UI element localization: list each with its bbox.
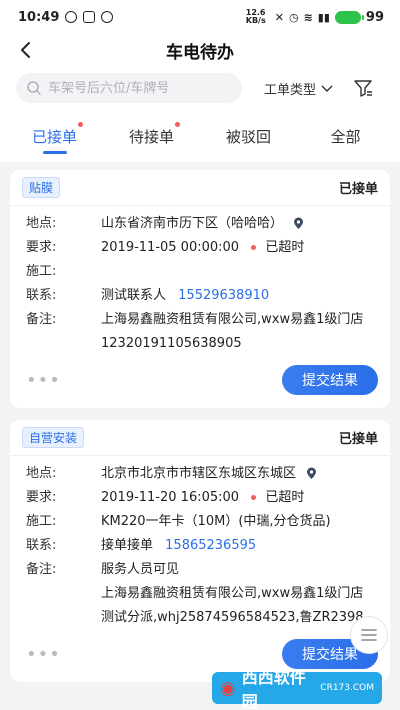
- app-icon: [83, 11, 96, 23]
- status-time: 10:49: [18, 9, 60, 25]
- search-icon: [27, 81, 41, 95]
- location-row: 地点: 北京市北京市市辖区东城区东城区: [26, 462, 374, 486]
- tab-label: 待接单: [128, 127, 174, 146]
- tab-label: 被驳回: [225, 127, 271, 146]
- tab-label: 已接单: [31, 127, 77, 146]
- field-label: 联系:: [26, 288, 57, 303]
- contact-name: 测试联系人: [101, 288, 167, 303]
- battery-icon: [334, 10, 364, 24]
- location-pin-icon[interactable]: [306, 467, 317, 480]
- tab-rejected[interactable]: 被驳回: [200, 110, 297, 162]
- tab-badge-dot: [175, 122, 180, 127]
- signal-icon: ▮▮: [317, 10, 330, 24]
- alarm-icon: ◷: [288, 10, 299, 24]
- required-time-row: 要求: 2019-11-05 00:00:00 已超时: [26, 236, 374, 260]
- contact-phone-link[interactable]: 15529638910: [178, 288, 269, 303]
- field-label: 要求:: [26, 240, 57, 255]
- card-header: 贴膜 已接单: [10, 170, 390, 206]
- construction-row: 施工:: [26, 260, 374, 284]
- notification-icon: [65, 11, 78, 23]
- page-title: 车电待办: [166, 42, 234, 63]
- order-type-tag: 贴膜: [22, 177, 61, 198]
- battery-level: 99: [365, 9, 384, 25]
- menu-icon: [361, 629, 377, 641]
- watermark-icon: ◉: [220, 677, 236, 699]
- order-status: 已接单: [338, 432, 378, 447]
- net-speed: 12.6 KB/s: [245, 8, 266, 25]
- location-value: 山东省济南市历下区（哈哈哈）: [101, 216, 284, 231]
- overdue-dot: [251, 495, 257, 500]
- field-label: 施工:: [26, 514, 57, 529]
- tab-pending[interactable]: 待接单: [103, 110, 200, 162]
- overdue-text: 已超时: [265, 240, 305, 255]
- location-value: 北京市北京市市辖区东城区东城区: [101, 466, 297, 481]
- field-label: 联系:: [26, 538, 57, 553]
- location-row: 地点: 山东省济南市历下区（哈哈哈）: [26, 212, 374, 236]
- tab-all[interactable]: 全部: [297, 110, 394, 162]
- remark-line: 测试分派,whj25874596584523,鲁ZR2398: [101, 610, 364, 625]
- construction-value: [101, 260, 374, 284]
- watermark-url: CR173.COM: [320, 683, 374, 693]
- filter-icon[interactable]: [352, 77, 374, 99]
- order-card[interactable]: 自营安装 已接单 地点: 北京市北京市市辖区东城区东城区 要求: 2019-11…: [10, 420, 390, 682]
- contact-row: 联系: 测试联系人 15529638910: [26, 284, 374, 308]
- order-type-select[interactable]: 工单类型: [264, 79, 334, 98]
- order-status: 已接单: [338, 182, 378, 197]
- field-label: 地点:: [26, 216, 57, 231]
- remark-row: 备注: 上海易鑫融资租赁有限公司,wxw易鑫1级门店 1232019110563…: [26, 308, 374, 356]
- required-time-value: 2019-11-20 16:05:00: [101, 490, 240, 505]
- overdue-text: 已超时: [265, 490, 305, 505]
- construction-value: KM220一年卡（10M）(中瑞,分仓货品): [101, 514, 331, 529]
- check-icon: [101, 11, 114, 23]
- card-header: 自营安装 已接单: [10, 420, 390, 456]
- search-box[interactable]: [16, 73, 242, 103]
- required-time-row: 要求: 2019-11-20 16:05:00 已超时: [26, 486, 374, 510]
- tab-accepted[interactable]: 已接单: [6, 110, 103, 162]
- field-label: 备注:: [26, 312, 57, 327]
- tab-bar: 已接单 待接单 被驳回 全部: [0, 110, 400, 162]
- order-type-tag: 自营安装: [22, 427, 85, 448]
- nav-bar: 车电待办: [0, 34, 400, 66]
- field-label: 施工:: [26, 264, 57, 279]
- search-row: 工单类型: [0, 66, 400, 110]
- card-body: 地点: 山东省济南市历下区（哈哈哈） 要求: 2019-11-05 00:00:…: [10, 206, 390, 356]
- construction-row: 施工: KM220一年卡（10M）(中瑞,分仓货品): [26, 510, 374, 534]
- required-time-value: 2019-11-05 00:00:00: [101, 240, 240, 255]
- submit-result-button[interactable]: 提交结果: [282, 365, 378, 395]
- contact-name: 接单接单: [101, 538, 154, 553]
- remark-line: 服务人员可见: [101, 562, 180, 577]
- remark-line: 12320191105638905: [101, 336, 242, 351]
- field-label: 要求:: [26, 490, 57, 505]
- chevron-down-icon: [321, 85, 333, 92]
- location-pin-icon[interactable]: [293, 217, 304, 230]
- card-footer: ••• 提交结果: [10, 356, 390, 408]
- status-bar: 10:49 12.6 KB/s ✕ ◷ ≋ ▮▮ 99: [0, 0, 400, 34]
- back-icon[interactable]: [16, 40, 36, 60]
- tab-label: 全部: [330, 127, 361, 146]
- remark-line: 上海易鑫融资租赁有限公司,wxw易鑫1级门店: [101, 312, 364, 327]
- wifi-icon: ≋: [303, 10, 313, 24]
- overdue-dot: [251, 245, 257, 250]
- more-icon[interactable]: •••: [26, 644, 61, 665]
- field-label: 地点:: [26, 466, 57, 481]
- mute-icon: ✕: [274, 10, 284, 24]
- field-label: 备注:: [26, 562, 57, 577]
- search-input[interactable]: [48, 80, 228, 96]
- order-card[interactable]: 贴膜 已接单 地点: 山东省济南市历下区（哈哈哈） 要求: 2019-11-05…: [10, 170, 390, 408]
- more-icon[interactable]: •••: [26, 370, 61, 391]
- contact-phone-link[interactable]: 15865236595: [165, 538, 256, 553]
- order-type-label: 工单类型: [264, 82, 317, 98]
- remark-line: 上海易鑫融资租赁有限公司,wxw易鑫1级门店: [101, 586, 364, 601]
- contact-row: 联系: 接单接单 15865236595: [26, 534, 374, 558]
- remark-row: 备注: 服务人员可见 上海易鑫融资租赁有限公司,wxw易鑫1级门店 测试分派,w…: [26, 558, 374, 630]
- card-body: 地点: 北京市北京市市辖区东城区东城区 要求: 2019-11-20 16:05…: [10, 456, 390, 630]
- watermark-logo: ◉ 西西软件园 CR173.COM: [212, 668, 382, 710]
- order-list: 贴膜 已接单 地点: 山东省济南市历下区（哈哈哈） 要求: 2019-11-05…: [0, 162, 400, 682]
- tab-badge-dot: [78, 122, 83, 127]
- watermark-brand: 西西软件园: [241, 668, 306, 710]
- float-menu-button[interactable]: [350, 616, 388, 654]
